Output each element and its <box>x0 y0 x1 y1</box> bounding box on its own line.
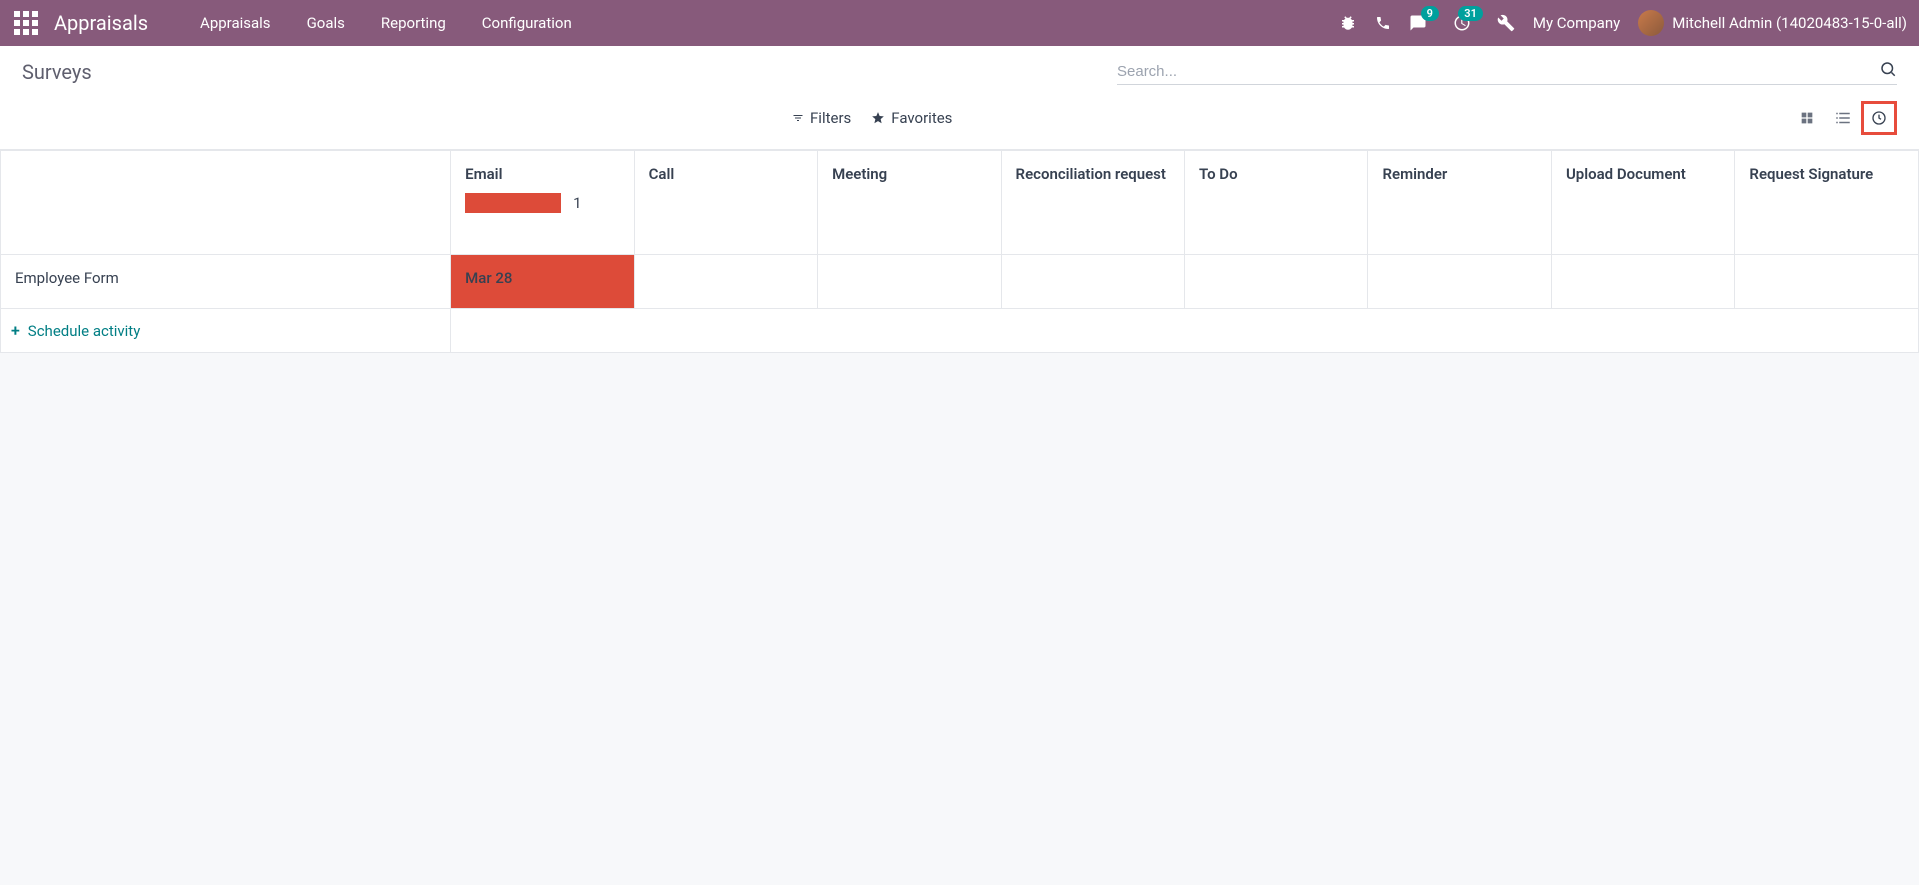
search-input[interactable] <box>1117 63 1879 80</box>
company-selector[interactable]: My Company <box>1533 14 1620 32</box>
col-label: Call <box>649 165 675 183</box>
schedule-row: + Schedule activity <box>1 309 1919 353</box>
search-icon[interactable] <box>1879 60 1897 82</box>
activity-table: Email 1 Call Meeting Reconciliation requ… <box>0 150 1919 353</box>
col-header-meeting[interactable]: Meeting <box>818 151 1001 255</box>
favorites-button[interactable]: Favorites <box>871 109 952 127</box>
activity-cell-reminder[interactable] <box>1368 255 1551 309</box>
schedule-activity-button[interactable]: + Schedule activity <box>1 309 451 353</box>
filter-group: Filters Favorites <box>792 109 952 127</box>
col-header-empty <box>1 151 451 255</box>
apps-icon[interactable] <box>12 9 40 37</box>
clock-icon <box>1871 110 1887 126</box>
view-switcher <box>1789 101 1897 135</box>
messages-badge: 9 <box>1421 6 1439 21</box>
col-label: Email <box>465 165 619 183</box>
col-header-call[interactable]: Call <box>634 151 817 255</box>
activity-cell-reconciliation[interactable] <box>1001 255 1184 309</box>
phone-icon[interactable] <box>1375 15 1391 31</box>
favorites-label: Favorites <box>891 109 952 127</box>
navbar-left: Appraisals Appraisals Goals Reporting Co… <box>12 9 590 37</box>
tools-icon[interactable] <box>1497 14 1515 32</box>
filters-label: Filters <box>810 109 851 127</box>
user-name: Mitchell Admin (14020483-15-0-all) <box>1672 14 1907 32</box>
activities-icon[interactable]: 31 <box>1453 14 1471 32</box>
activities-badge: 31 <box>1458 6 1483 21</box>
col-header-signature[interactable]: Request Signature <box>1735 151 1919 255</box>
progress-row: 1 <box>465 193 619 213</box>
col-label: Request Signature <box>1749 165 1873 183</box>
table-header-row: Email 1 Call Meeting Reconciliation requ… <box>1 151 1919 255</box>
star-icon <box>871 111 885 125</box>
col-header-reminder[interactable]: Reminder <box>1368 151 1551 255</box>
filter-icon <box>792 112 804 124</box>
activity-cell-email[interactable]: Mar 28 <box>451 255 634 309</box>
avatar <box>1638 10 1664 36</box>
control-panel: Surveys Filters Favorites <box>0 46 1919 150</box>
col-header-upload[interactable]: Upload Document <box>1551 151 1734 255</box>
schedule-label: Schedule activity <box>28 322 141 340</box>
messages-icon[interactable]: 9 <box>1409 14 1427 32</box>
nav-item-reporting[interactable]: Reporting <box>363 14 464 32</box>
navbar-right: 9 31 My Company Mitchell Admin (14020483… <box>1339 10 1907 36</box>
kanban-icon <box>1799 110 1815 126</box>
col-header-todo[interactable]: To Do <box>1185 151 1368 255</box>
activity-cell-upload[interactable] <box>1551 255 1734 309</box>
progress-bar[interactable] <box>465 193 561 213</box>
nav-item-configuration[interactable]: Configuration <box>464 14 590 32</box>
col-label: Upload Document <box>1566 165 1686 183</box>
list-icon <box>1834 109 1852 127</box>
nav-menu: Appraisals Goals Reporting Configuration <box>182 14 590 32</box>
page-title: Surveys <box>22 60 92 85</box>
col-label: Meeting <box>832 165 887 183</box>
schedule-empty <box>451 309 1919 353</box>
top-navbar: Appraisals Appraisals Goals Reporting Co… <box>0 0 1919 46</box>
col-label: To Do <box>1199 165 1238 183</box>
row-name[interactable]: Employee Form <box>1 255 451 309</box>
table-row: Employee Form Mar 28 <box>1 255 1919 309</box>
filters-button[interactable]: Filters <box>792 109 851 127</box>
activity-cell-call[interactable] <box>634 255 817 309</box>
nav-item-goals[interactable]: Goals <box>289 14 363 32</box>
activity-cell-meeting[interactable] <box>818 255 1001 309</box>
cp-row-bottom: Filters Favorites <box>0 91 1919 149</box>
activity-cell-todo[interactable] <box>1185 255 1368 309</box>
bug-icon[interactable] <box>1339 14 1357 32</box>
cp-row-top: Surveys <box>0 46 1919 91</box>
search-area <box>1117 60 1897 85</box>
view-list-button[interactable] <box>1825 101 1861 135</box>
plus-icon: + <box>11 321 20 340</box>
col-label: Reconciliation request <box>1016 165 1166 183</box>
view-activity-button[interactable] <box>1861 101 1897 135</box>
view-kanban-button[interactable] <box>1789 101 1825 135</box>
app-brand[interactable]: Appraisals <box>54 11 148 35</box>
col-label: Reminder <box>1382 165 1447 183</box>
col-header-reconciliation[interactable]: Reconciliation request <box>1001 151 1184 255</box>
nav-item-appraisals[interactable]: Appraisals <box>182 14 289 32</box>
user-menu[interactable]: Mitchell Admin (14020483-15-0-all) <box>1638 10 1907 36</box>
progress-count: 1 <box>573 194 581 212</box>
activity-cell-signature[interactable] <box>1735 255 1919 309</box>
col-header-email[interactable]: Email 1 <box>451 151 634 255</box>
